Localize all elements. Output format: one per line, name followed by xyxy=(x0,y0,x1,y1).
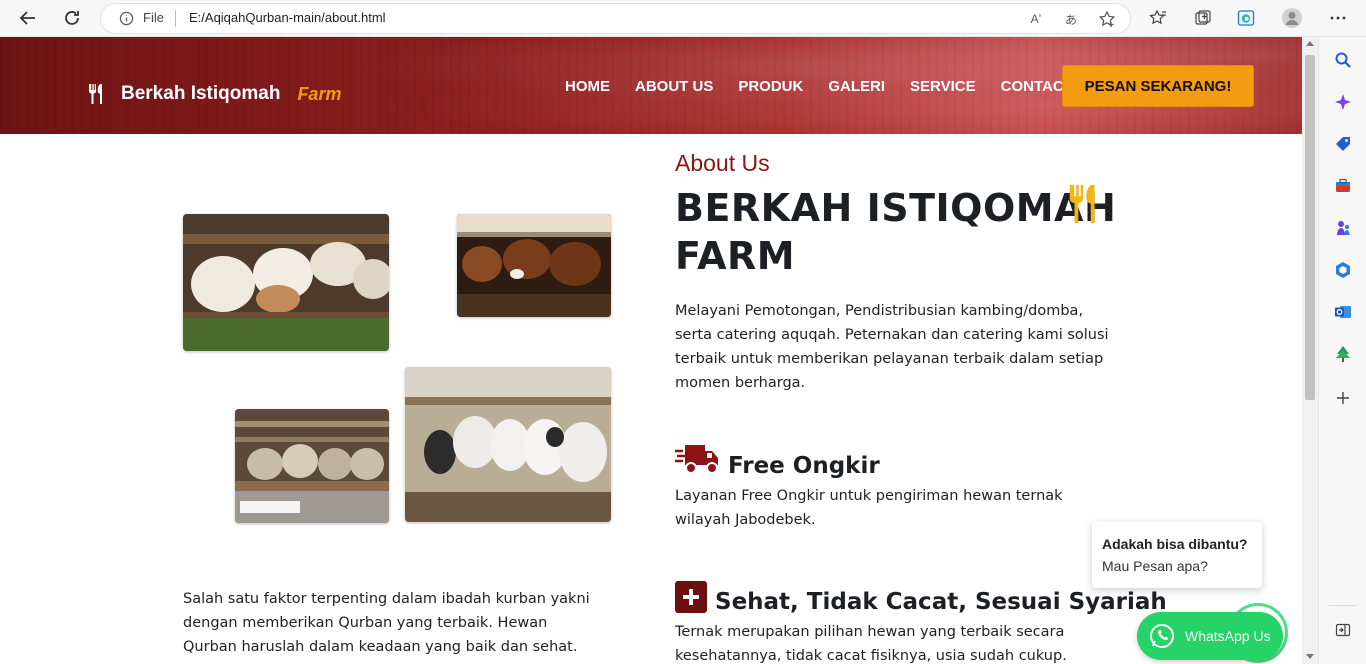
nav-galeri[interactable]: GALERI xyxy=(828,78,885,95)
chat-question: Adakah bisa dibantu? xyxy=(1102,536,1248,552)
read-aloud-icon[interactable]: Aʼ xyxy=(1026,9,1046,29)
shipping-truck-icon xyxy=(675,445,718,474)
tools-briefcase-icon[interactable] xyxy=(1333,176,1353,196)
back-button[interactable] xyxy=(14,5,42,31)
scroll-up-arrow-icon[interactable] xyxy=(1306,41,1314,46)
brand-name: Berkah Istiqomah xyxy=(121,83,281,104)
goats-stall-photo xyxy=(405,367,611,522)
page-title: BERKAH ISTIQOMAH FARM xyxy=(675,186,1117,278)
shopping-tag-icon[interactable] xyxy=(1333,134,1353,154)
whatsapp-icon xyxy=(1150,624,1174,648)
file-label: File xyxy=(143,10,164,25)
favorites-icon[interactable] xyxy=(1146,6,1170,30)
translate-icon[interactable]: あ xyxy=(1061,9,1081,29)
drop-tree-icon[interactable] xyxy=(1333,344,1353,364)
address-bar[interactable]: File E:/AqiqahQurban-main/about.html Aʼ … xyxy=(101,4,1130,33)
whatsapp-button[interactable]: WhatsApp Us xyxy=(1137,612,1283,660)
games-chess-icon[interactable] xyxy=(1333,218,1353,238)
feature-desc-sehat: Ternak merupakan pilihan hewan yang terb… xyxy=(675,624,1067,664)
outlook-icon[interactable] xyxy=(1333,302,1353,322)
scroll-down-arrow-icon[interactable] xyxy=(1306,654,1314,659)
divider xyxy=(175,10,176,27)
info-icon[interactable] xyxy=(119,11,134,26)
search-icon[interactable] xyxy=(1333,50,1353,70)
feature-desc-free-ongkir: Layanan Free Ongkir untuk pengiriman hew… xyxy=(675,488,1063,528)
hide-sidebar-icon[interactable] xyxy=(1333,620,1353,640)
brand-subtitle: Farm xyxy=(297,83,342,104)
browser-sidebar xyxy=(1318,37,1366,664)
collections-icon[interactable] xyxy=(1191,6,1215,30)
microsoft-365-icon[interactable] xyxy=(1333,260,1353,280)
utensils-title-icon xyxy=(1069,184,1095,224)
scroll-thumb[interactable] xyxy=(1305,55,1315,400)
sidebar-divider xyxy=(1329,605,1357,606)
chat-popup[interactable]: Adakah bisa dibantu? Mau Pesan apa? xyxy=(1092,522,1262,588)
whatsapp-label: WhatsApp Us xyxy=(1185,628,1271,644)
brand-logo[interactable]: Berkah Istiqomah Farm xyxy=(87,83,341,105)
about-description: Melayani Pemotongan, Pendistribusian kam… xyxy=(675,303,1109,391)
url-text[interactable]: E:/AqiqahQurban-main/about.html xyxy=(189,10,386,25)
order-now-button[interactable]: PESAN SEKARANG! xyxy=(1062,65,1254,107)
medical-plus-icon xyxy=(675,581,707,613)
nav-home[interactable]: HOME xyxy=(565,78,610,95)
feature-title-sehat: Sehat, Tidak Cacat, Sesuai Syariah xyxy=(715,589,1167,615)
nav-produk[interactable]: PRODUK xyxy=(738,78,803,95)
edge-icon[interactable] xyxy=(1234,6,1258,30)
site-header: Berkah Istiqomah Farm HOME ABOUT US PROD… xyxy=(0,37,1302,134)
favorite-add-icon[interactable] xyxy=(1097,9,1117,29)
more-menu-icon[interactable] xyxy=(1326,6,1350,30)
qurban-paragraph: Salah satu faktor terpenting dalam ibada… xyxy=(183,591,590,655)
chat-subtitle: Mau Pesan apa? xyxy=(1102,558,1208,574)
nav-service[interactable]: SERVICE xyxy=(910,78,976,95)
page-viewport: Berkah Istiqomah Farm HOME ABOUT US PROD… xyxy=(0,37,1302,664)
main-nav: HOME ABOUT US PRODUK GALERI SERVICE CONT… xyxy=(565,78,1098,95)
profile-avatar-icon[interactable] xyxy=(1280,6,1304,30)
browser-toolbar: File E:/AqiqahQurban-main/about.html Aʼ … xyxy=(0,0,1366,37)
copilot-sparkle-icon[interactable] xyxy=(1333,92,1353,112)
page-scrollbar[interactable] xyxy=(1302,37,1318,664)
nav-about-us[interactable]: ABOUT US xyxy=(635,78,713,95)
sheep-pen-photo xyxy=(235,409,389,523)
cattle-feeding-photo xyxy=(457,214,611,317)
utensils-icon xyxy=(89,84,102,104)
refresh-icon xyxy=(65,11,79,25)
section-label: About Us xyxy=(675,150,770,176)
refresh-button[interactable] xyxy=(58,5,86,31)
feature-title-free-ongkir: Free Ongkir xyxy=(728,453,880,479)
add-sidebar-app-icon[interactable] xyxy=(1333,388,1353,408)
back-arrow-icon xyxy=(19,11,35,25)
sheep-feeding-photo xyxy=(183,214,389,351)
